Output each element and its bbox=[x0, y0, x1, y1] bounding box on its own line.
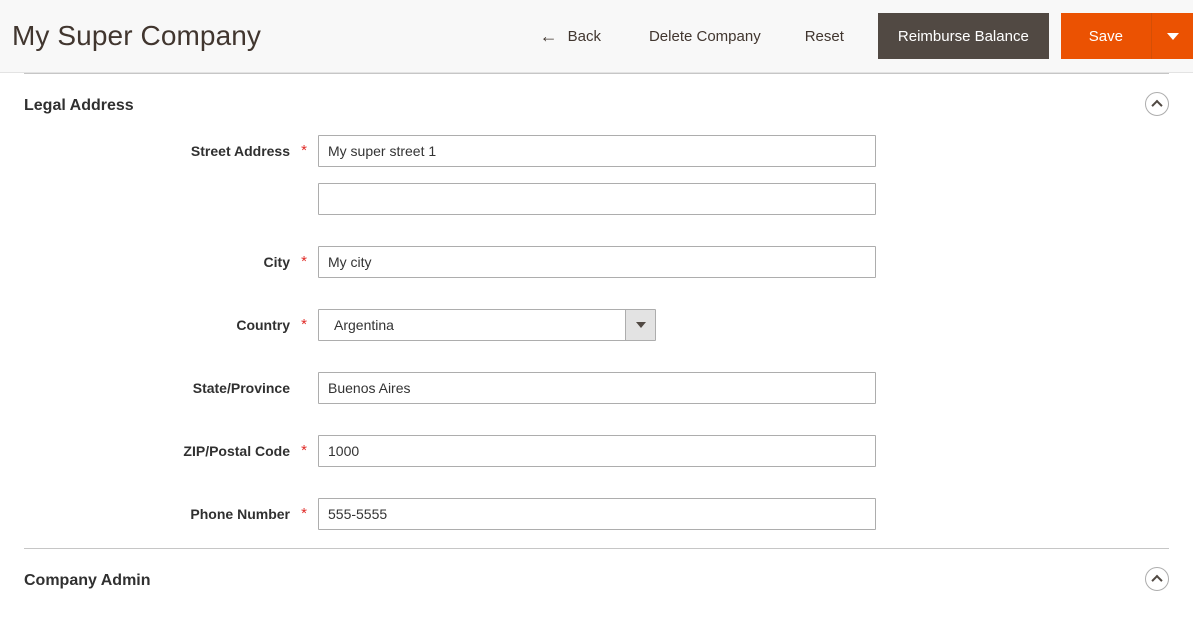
city-input[interactable] bbox=[318, 246, 876, 279]
field-row-phone-number: Phone Number * bbox=[24, 498, 1169, 531]
legal-address-form: Street Address * City * bbox=[24, 115, 1169, 531]
required-mark-phone-number: * bbox=[301, 505, 307, 523]
required-mark-country: * bbox=[301, 316, 307, 334]
delete-company-button[interactable]: Delete Company bbox=[627, 0, 783, 72]
field-row-city: City * bbox=[24, 246, 1169, 279]
field-label-city: City bbox=[263, 254, 290, 271]
page-content: Legal Address Street Address * My super … bbox=[0, 73, 1193, 592]
zip-postal-code-input[interactable] bbox=[318, 435, 876, 468]
country-select[interactable]: Argentina bbox=[318, 309, 656, 342]
field-label-phone-number: Phone Number bbox=[190, 506, 290, 523]
required-mark-city: * bbox=[301, 253, 307, 271]
caret-down-icon bbox=[1166, 32, 1179, 40]
page-actions-toolbar: ← Back Delete Company Reset Reimburse Ba… bbox=[530, 0, 1193, 72]
row-spacer bbox=[24, 422, 1169, 435]
required-mark-zip-postal-code: * bbox=[301, 442, 307, 460]
row-spacer bbox=[24, 233, 1169, 246]
row-spacer bbox=[24, 485, 1169, 498]
required-mark-street-address: * bbox=[301, 142, 307, 160]
field-label-street-address: Street Address bbox=[190, 143, 290, 160]
field-row-street-address: Street Address * bbox=[24, 135, 1169, 168]
chevron-down-icon[interactable] bbox=[625, 310, 655, 341]
section-title-legal-address: Legal Address bbox=[24, 97, 134, 114]
section-title-company-admin: Company Admin bbox=[24, 572, 151, 590]
chevron-up-circle-icon-company-admin[interactable] bbox=[1145, 567, 1169, 592]
field-row-zip-postal-code: ZIP/Postal Code * bbox=[24, 435, 1169, 468]
country-select-value: Argentina bbox=[334, 317, 394, 334]
save-button[interactable]: Save bbox=[1060, 13, 1151, 59]
save-split-button: Save bbox=[1060, 13, 1193, 59]
page-header: My Super Company ← Back Delete Company R… bbox=[0, 0, 1193, 73]
phone-number-input[interactable] bbox=[318, 498, 876, 531]
street-address-line2-input[interactable] bbox=[318, 183, 876, 216]
section-company-admin: Company Admin bbox=[24, 548, 1169, 592]
reset-button[interactable]: Reset bbox=[783, 0, 866, 72]
section-legal-address: Legal Address Street Address * My super … bbox=[24, 73, 1169, 531]
state-province-input[interactable] bbox=[318, 372, 876, 405]
save-options-toggle[interactable] bbox=[1151, 13, 1193, 59]
street-address-input[interactable] bbox=[318, 135, 876, 168]
chevron-up-circle-icon[interactable] bbox=[1145, 92, 1169, 116]
field-label-state-province: State/Province bbox=[192, 380, 290, 397]
field-row-street-address-line2 bbox=[24, 183, 1169, 216]
field-label-country: Country bbox=[236, 317, 290, 334]
field-row-state-province: State/Province bbox=[24, 372, 1169, 405]
row-spacer bbox=[24, 296, 1169, 309]
page-title: My Super Company bbox=[12, 20, 262, 51]
field-row-country: Country * Argentina bbox=[24, 309, 1169, 342]
arrow-left-icon: ← bbox=[539, 26, 558, 46]
reimburse-balance-button[interactable]: Reimburse Balance bbox=[877, 13, 1049, 59]
field-label-zip-postal-code: ZIP/Postal Code bbox=[183, 443, 290, 460]
back-button[interactable]: ← Back bbox=[530, 0, 627, 72]
back-button-label: Back bbox=[567, 27, 601, 45]
row-spacer bbox=[24, 359, 1169, 372]
